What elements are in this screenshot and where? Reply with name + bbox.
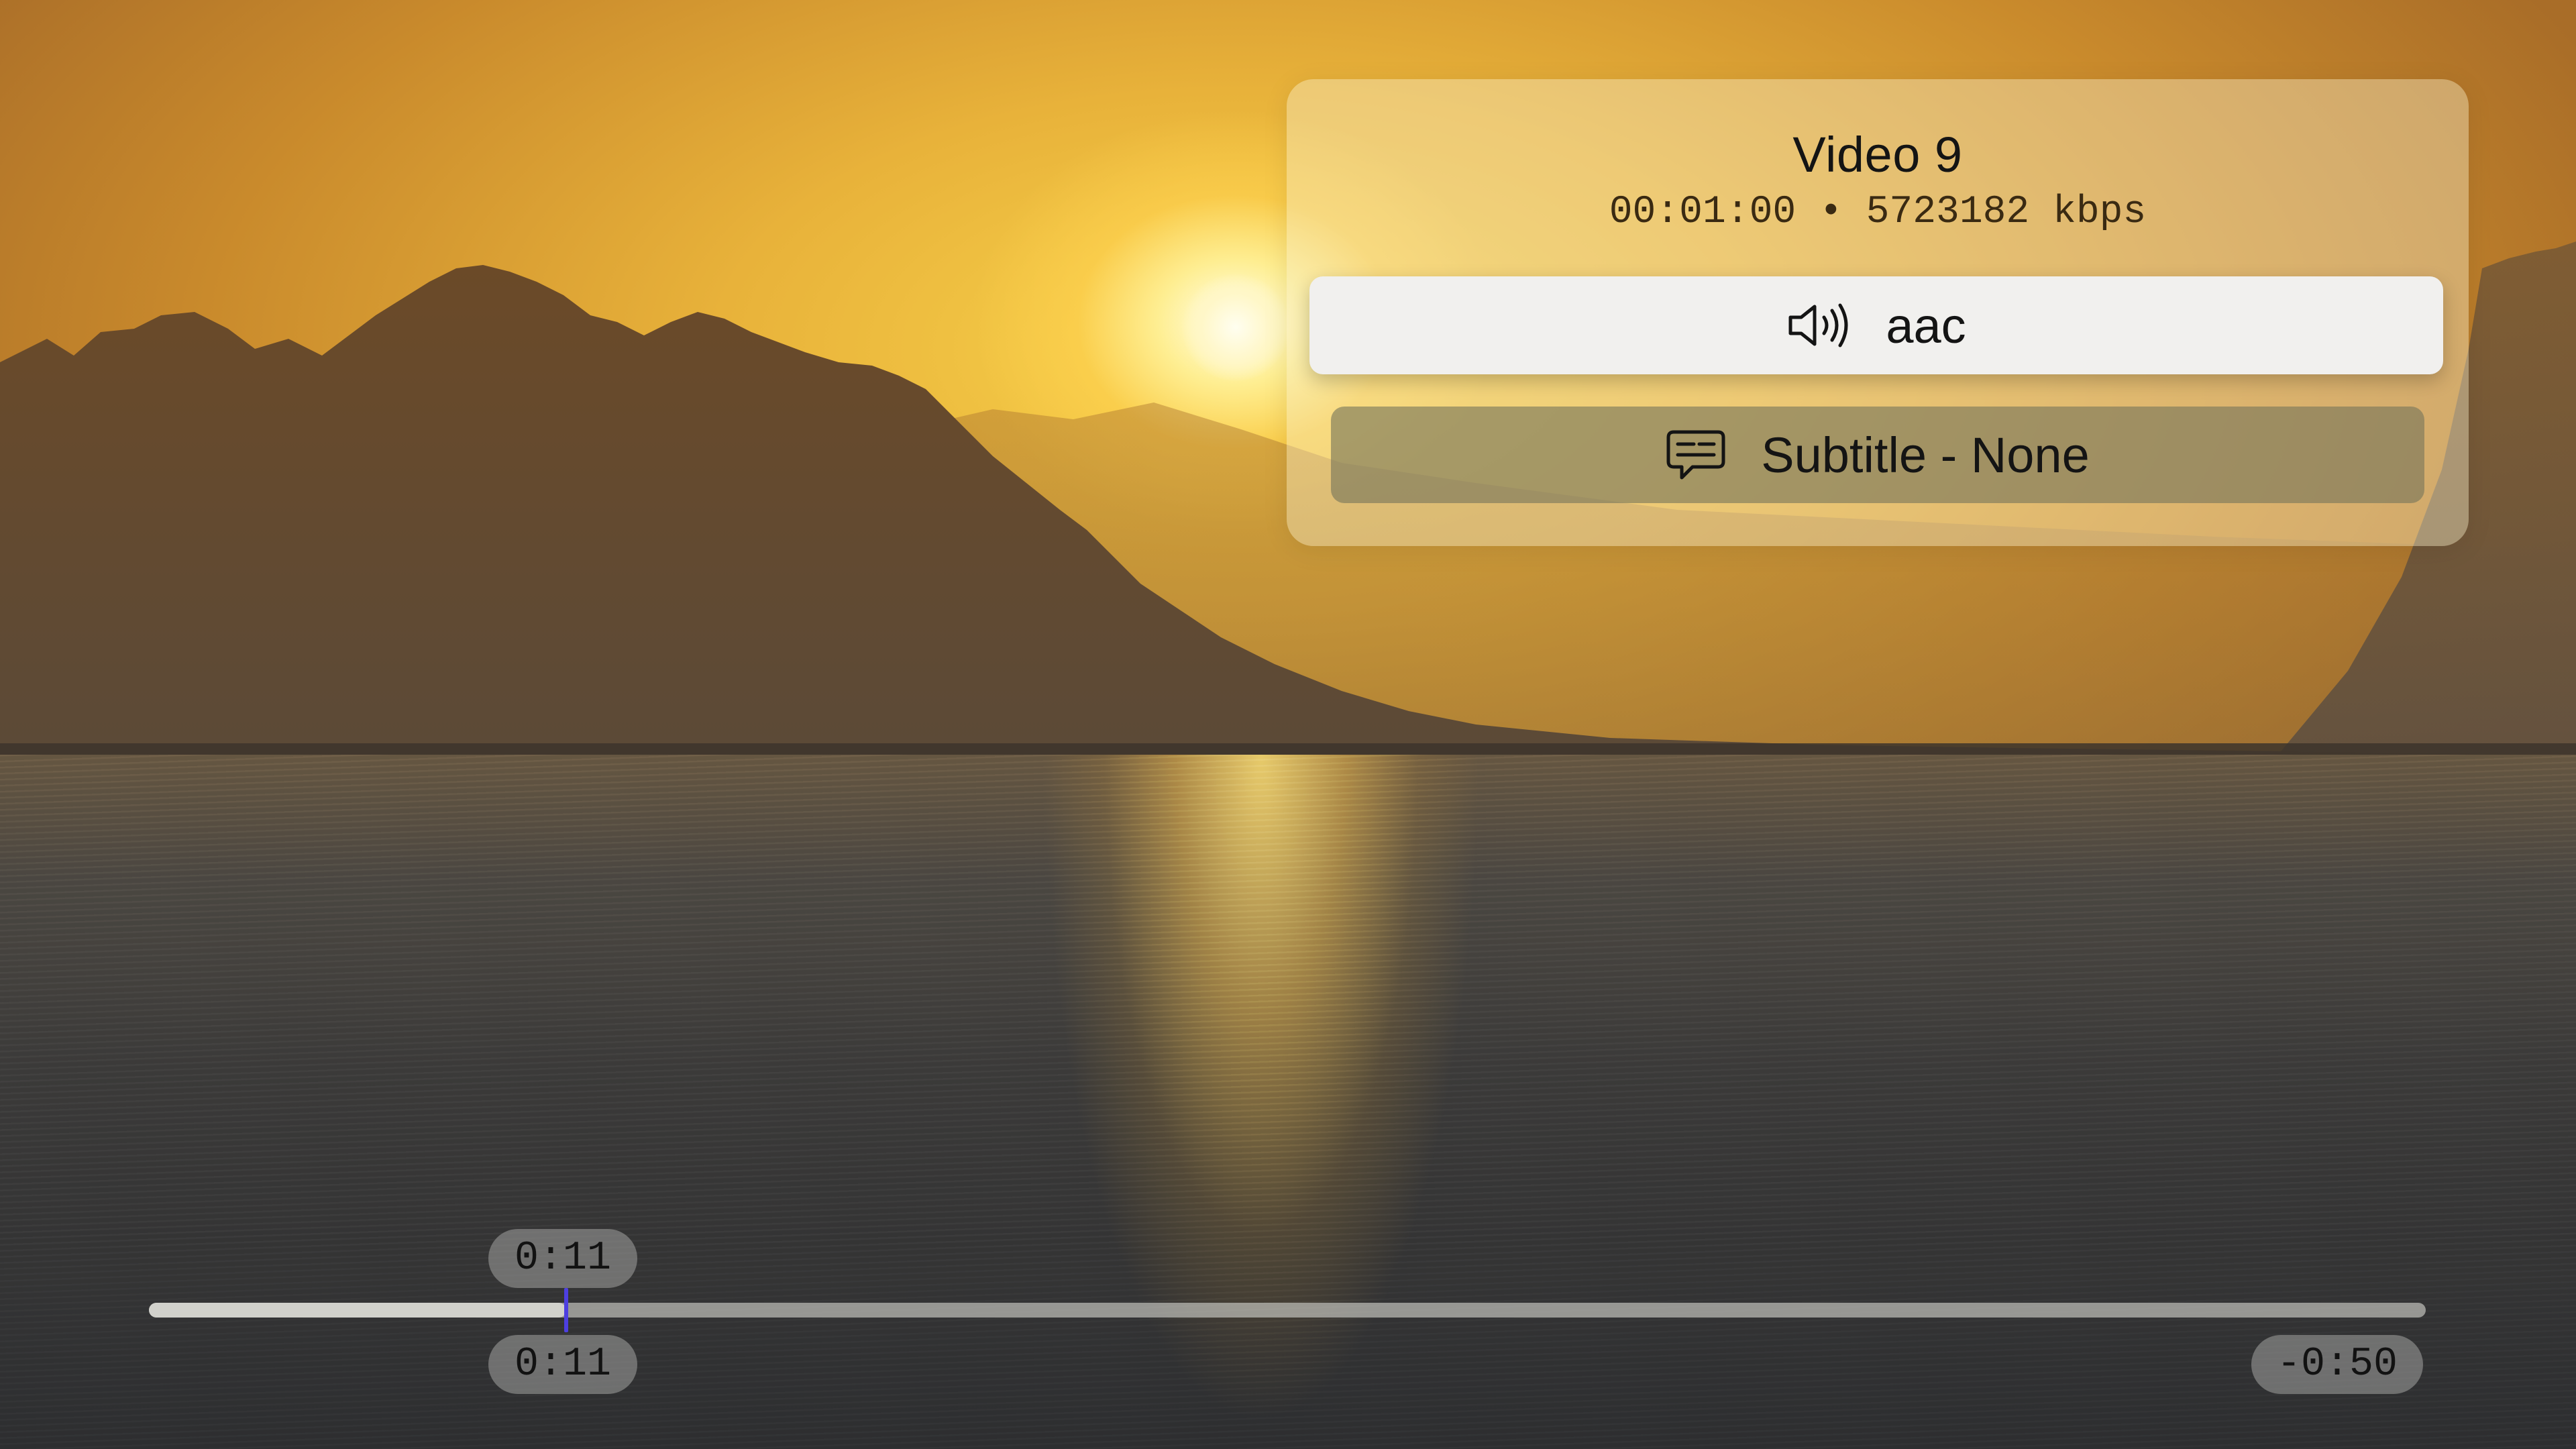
audio-track-button[interactable]: aac: [1309, 276, 2443, 374]
elapsed-time: 0:11: [488, 1335, 637, 1394]
scrub-time-indicator: 0:11: [488, 1229, 637, 1288]
video-player[interactable]: Video 9 00:01:00 • 5723182 kbps aac Subt…: [0, 0, 2576, 1449]
playhead[interactable]: [564, 1288, 569, 1332]
info-panel: Video 9 00:01:00 • 5723182 kbps aac Subt…: [1287, 79, 2469, 546]
water-ripples: [0, 755, 2576, 1449]
subtitle-track-label: Subtitle - None: [1761, 427, 2090, 483]
audio-track-label: aac: [1886, 297, 1966, 354]
video-title: Video 9: [1792, 127, 1963, 182]
subtitle-track-button[interactable]: Subtitle - None: [1331, 407, 2424, 503]
video-meta: 00:01:00 • 5723182 kbps: [1609, 191, 2147, 234]
progress-bar[interactable]: [149, 1303, 2426, 1318]
subtitle-bubble-icon: [1666, 428, 1726, 482]
remaining-time: -0:50: [2251, 1335, 2423, 1394]
speaker-wave-icon: [1786, 301, 1851, 350]
progress-bar-played: [149, 1303, 567, 1318]
